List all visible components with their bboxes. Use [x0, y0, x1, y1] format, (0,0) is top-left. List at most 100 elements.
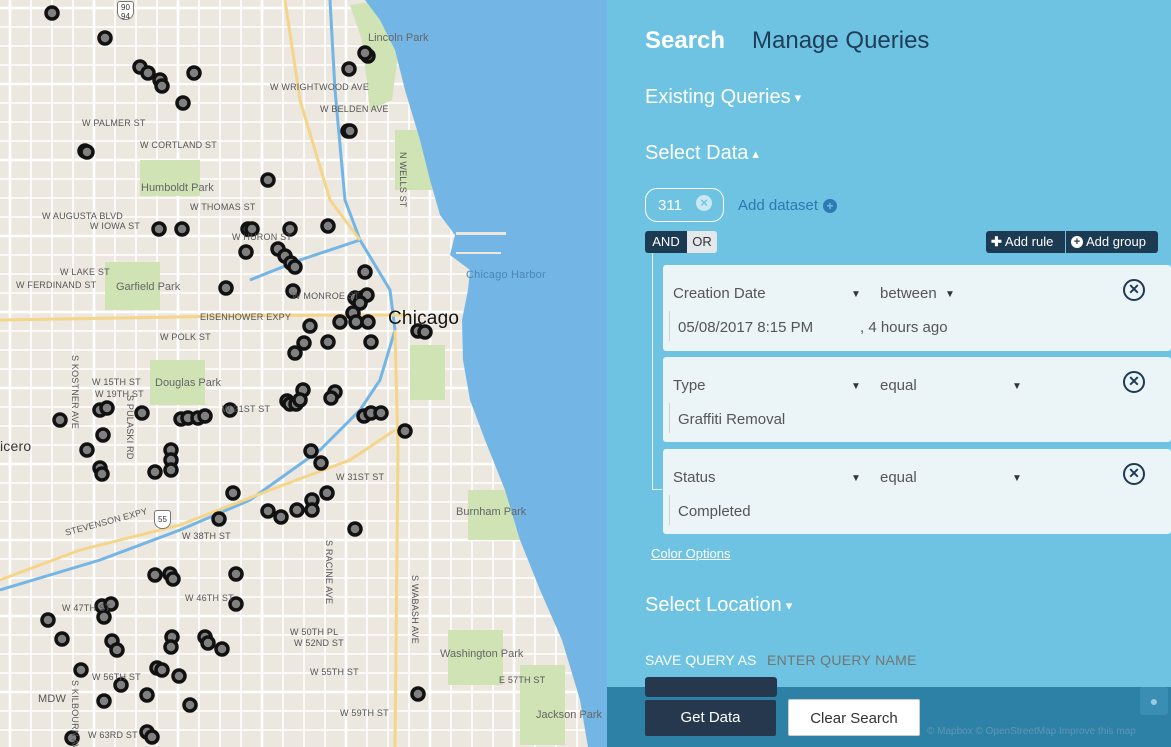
map-marker[interactable]	[214, 641, 230, 657]
map-marker[interactable]	[154, 78, 170, 94]
map-marker[interactable]	[410, 686, 426, 702]
get-data-button[interactable]: Get Data	[645, 700, 776, 736]
remove-rule-icon[interactable]: ✕	[1123, 463, 1145, 485]
map-marker[interactable]	[347, 521, 363, 537]
rule-operator-select[interactable]: equal	[880, 469, 1020, 486]
map-marker[interactable]	[303, 443, 319, 459]
map-marker[interactable]	[171, 668, 187, 684]
map-marker[interactable]	[332, 314, 348, 330]
map-marker[interactable]	[54, 631, 70, 647]
map-marker[interactable]	[147, 464, 163, 480]
map-marker[interactable]	[140, 65, 156, 81]
map-marker[interactable]	[186, 65, 202, 81]
or-button[interactable]: OR	[687, 231, 717, 253]
map-marker[interactable]	[154, 662, 170, 678]
map-marker[interactable]	[79, 144, 95, 160]
map-marker[interactable]	[134, 405, 150, 421]
map-marker[interactable]	[313, 455, 329, 471]
map-marker[interactable]	[292, 392, 308, 408]
rule-operator-select[interactable]: equal	[880, 377, 1020, 394]
rule-value-input[interactable]: 05/08/2017 8:15 PM	[669, 311, 813, 341]
rule-value-input[interactable]: Completed	[669, 495, 751, 525]
map-marker[interactable]	[302, 318, 318, 334]
rule-field-select[interactable]: Status	[673, 469, 861, 486]
info-icon[interactable]: ●	[1140, 687, 1168, 715]
map-marker[interactable]	[73, 662, 89, 678]
map-marker[interactable]	[200, 635, 216, 651]
map-marker[interactable]	[95, 427, 111, 443]
map-marker[interactable]	[348, 314, 364, 330]
map-marker[interactable]	[260, 172, 276, 188]
map-marker[interactable]	[163, 462, 179, 478]
map-marker[interactable]	[357, 264, 373, 280]
add-dataset-link[interactable]: Add dataset +	[738, 197, 838, 214]
map-marker[interactable]	[228, 566, 244, 582]
map-marker[interactable]	[319, 485, 335, 501]
map-marker[interactable]	[238, 244, 254, 260]
map-marker[interactable]	[342, 123, 358, 139]
street-label: W BELDEN AVE	[320, 104, 389, 114]
map-marker[interactable]	[304, 502, 320, 518]
clear-search-button[interactable]: Clear Search	[788, 699, 920, 736]
map-marker[interactable]	[147, 567, 163, 583]
add-rule-button[interactable]: ✚ Add rule	[986, 231, 1066, 253]
map-marker[interactable]	[99, 400, 115, 416]
map-marker[interactable]	[182, 697, 198, 713]
tab-search[interactable]: Search	[645, 27, 725, 55]
map-marker[interactable]	[139, 687, 155, 703]
map-marker[interactable]	[287, 259, 303, 275]
rule-value2-input[interactable]: , 4 hours ago	[860, 311, 948, 345]
map-marker[interactable]	[357, 45, 373, 61]
map-marker[interactable]	[320, 218, 336, 234]
map-marker[interactable]	[218, 280, 234, 296]
map-marker[interactable]	[79, 442, 95, 458]
map-marker[interactable]	[363, 334, 379, 350]
map-marker[interactable]	[163, 639, 179, 655]
rule-field-select[interactable]: Creation Date	[673, 285, 861, 302]
map-marker[interactable]	[360, 314, 376, 330]
map-marker[interactable]	[109, 642, 125, 658]
map-marker[interactable]	[197, 408, 213, 424]
remove-dataset-icon[interactable]: ×	[696, 195, 712, 211]
rule-field-select[interactable]: Type	[673, 377, 861, 394]
map-view[interactable]: Lincoln Park Humboldt Park Garfield Park…	[0, 0, 607, 747]
caret-down-icon: ▼	[851, 381, 861, 392]
rule-value-input[interactable]: Graffiti Removal	[669, 403, 785, 433]
remove-rule-icon[interactable]: ✕	[1123, 371, 1145, 393]
map-marker[interactable]	[225, 485, 241, 501]
select-data-toggle[interactable]: Select Data ▴	[645, 142, 759, 165]
map-marker[interactable]	[397, 423, 413, 439]
map-marker[interactable]	[40, 612, 56, 628]
map-marker[interactable]	[341, 61, 357, 77]
map-marker[interactable]	[260, 503, 276, 519]
color-options-link[interactable]: Color Options	[651, 546, 730, 561]
map-marker[interactable]	[97, 30, 113, 46]
map-marker[interactable]	[52, 412, 68, 428]
add-group-button[interactable]: + Add group	[1066, 231, 1158, 253]
map-marker[interactable]	[96, 693, 112, 709]
map-marker[interactable]	[287, 345, 303, 361]
map-marker[interactable]	[151, 221, 167, 237]
map-marker[interactable]	[211, 511, 227, 527]
select-location-toggle[interactable]: Select Location ▾	[645, 594, 792, 617]
map-marker[interactable]	[320, 334, 336, 350]
query-name-input[interactable]	[767, 652, 1007, 668]
map-attribution[interactable]: © Mapbox © OpenStreetMap Improve this ma…	[927, 726, 1136, 737]
rule-creation-date: Creation Date ▼ between ▼ ✕ 05/08/2017 8…	[663, 265, 1171, 351]
map-marker[interactable]	[44, 5, 60, 21]
existing-queries-toggle[interactable]: Existing Queries ▾	[645, 86, 801, 109]
remove-rule-icon[interactable]: ✕	[1123, 279, 1145, 301]
map-marker[interactable]	[373, 405, 389, 421]
and-button[interactable]: AND	[645, 231, 687, 253]
map-marker[interactable]	[289, 502, 305, 518]
map-marker[interactable]	[174, 221, 190, 237]
map-marker[interactable]	[273, 509, 289, 525]
map-marker[interactable]	[144, 729, 160, 745]
map-marker[interactable]	[175, 95, 191, 111]
street-label: S PULASKI RD	[125, 395, 135, 460]
map-marker[interactable]	[94, 466, 110, 482]
map-marker[interactable]	[323, 390, 339, 406]
existing-queries-label: Existing Queries	[645, 86, 791, 108]
map-marker[interactable]	[165, 571, 181, 587]
tab-manage-queries[interactable]: Manage Queries	[752, 27, 929, 55]
